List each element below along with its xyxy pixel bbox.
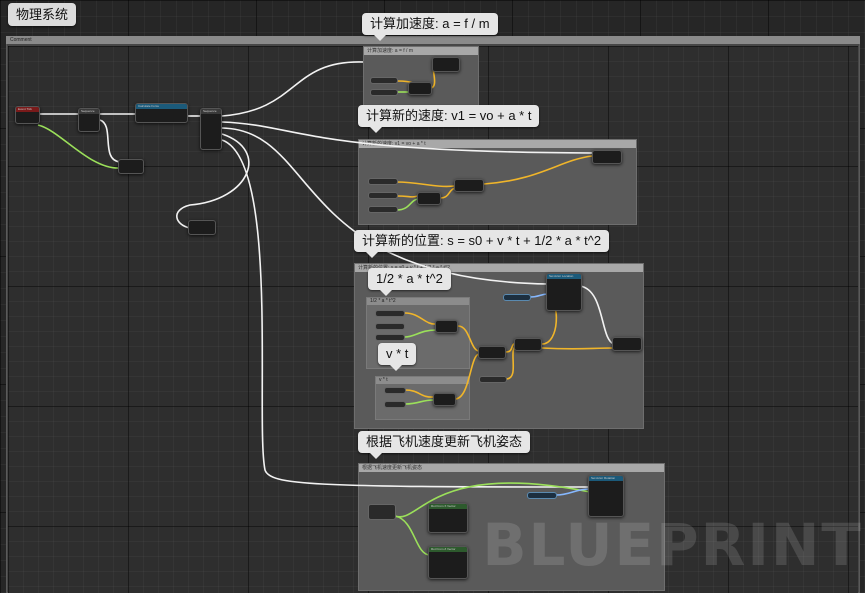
multiply-node-vt[interactable]	[433, 393, 456, 406]
add-node-position[interactable]	[514, 338, 542, 351]
sequence2-label: Sequence	[201, 109, 221, 114]
var-s0[interactable]	[479, 376, 507, 383]
set-actor-location-label: Set Actor Location	[547, 274, 581, 279]
var-a[interactable]	[368, 192, 398, 199]
rot-from-z-label: Rot From Z Vector	[429, 547, 467, 552]
rot-from-x-label: Rot From X Vector	[429, 504, 467, 509]
var-t[interactable]	[368, 206, 398, 213]
set-actor-rotation-label: Set Actor Rotation	[589, 476, 623, 481]
add-node-terms[interactable]	[478, 346, 506, 359]
var-v[interactable]	[384, 387, 406, 394]
var-t2[interactable]	[375, 323, 405, 330]
rot-from-x-node[interactable]: Rot From X Vector	[428, 503, 468, 533]
event-tick-node[interactable]: Event Tick	[15, 106, 40, 124]
add-node-velocity[interactable]	[454, 179, 484, 192]
set-actor-location-node[interactable]: Set Actor Location	[546, 273, 582, 311]
var-velocity[interactable]	[368, 504, 396, 520]
set-node-acceleration[interactable]	[432, 57, 460, 72]
rot-from-z-node[interactable]: Rot From Z Vector	[428, 546, 468, 579]
set-node-velocity[interactable]	[592, 150, 622, 164]
sequence-label: Sequence	[79, 109, 99, 114]
small-node-a[interactable]	[118, 159, 144, 174]
bubble-attitude[interactable]: 根据飞机速度更新飞机姿态	[358, 431, 531, 459]
var-actor-rotation[interactable]	[527, 492, 557, 499]
bubble-velocity[interactable]: 计算新的速度: v1 = vo + a * t	[358, 105, 540, 133]
bubble-vt-term[interactable]: v * t	[378, 343, 417, 371]
multiply-node-velocity[interactable]	[417, 192, 441, 205]
var-half[interactable]	[375, 334, 405, 341]
divide-node[interactable]	[408, 82, 432, 95]
var-force[interactable]	[370, 77, 398, 84]
var-t3[interactable]	[384, 401, 406, 408]
bubble-acceleration[interactable]: 计算加速度: a = f / m	[362, 13, 498, 41]
multiply-node-half[interactable]	[435, 320, 458, 333]
var-v0[interactable]	[368, 178, 398, 185]
set-node-position[interactable]	[612, 337, 642, 351]
sequence-node[interactable]: Sequence	[78, 108, 100, 132]
sequence2-node[interactable]: Sequence	[200, 108, 222, 150]
var-mass[interactable]	[370, 89, 398, 96]
bubble-half-term[interactable]: 1/2 * a * t^2	[368, 268, 451, 296]
calculate-force-label: Calculate Force	[136, 104, 187, 109]
blueprint-watermark: BLUEPRINT	[482, 511, 863, 579]
bubble-position[interactable]: 计算新的位置: s = s0 + v * t + 1/2 * a * t^2	[354, 230, 610, 258]
event-tick-label: Event Tick	[16, 107, 39, 112]
calculate-force-node[interactable]: Calculate Force	[135, 103, 188, 123]
small-node-b[interactable]	[188, 220, 216, 235]
var-actor-location[interactable]	[503, 294, 531, 301]
var-a2[interactable]	[375, 310, 405, 317]
